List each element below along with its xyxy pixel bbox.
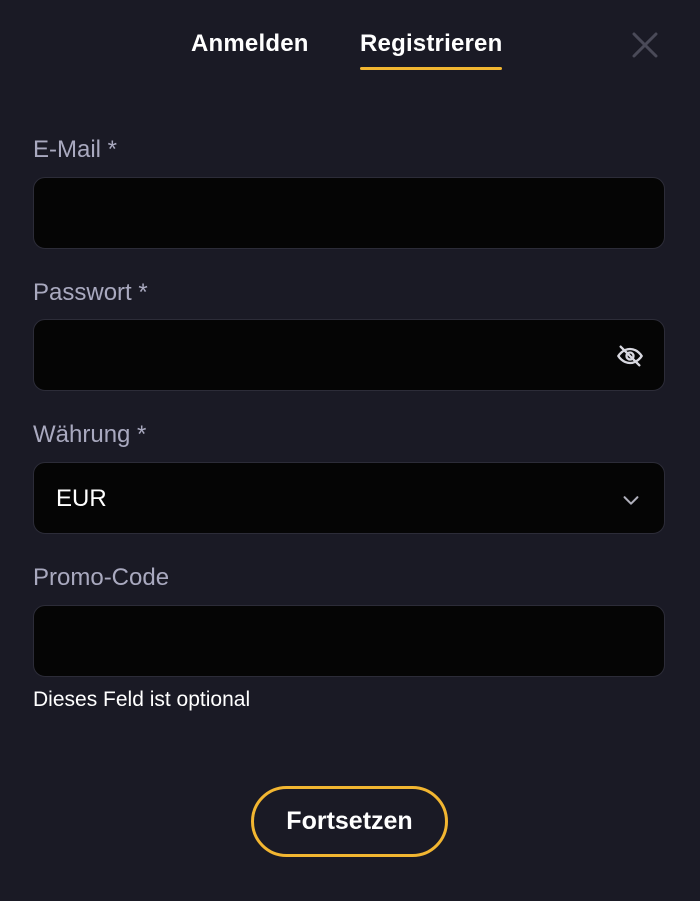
tab-login[interactable]: Anmelden [191, 30, 309, 70]
continue-button[interactable]: Fortsetzen [251, 786, 448, 857]
close-button[interactable] [626, 26, 664, 64]
password-label: Passwort * [33, 279, 148, 306]
promo-code-label: Promo-Code [33, 564, 170, 591]
promo-code-field[interactable] [34, 606, 664, 676]
tab-register[interactable]: Registrieren [360, 30, 503, 70]
promo-code-helper-text: Dieses Feld ist optional [33, 688, 251, 711]
auth-tabs: Anmelden Registrieren [0, 30, 700, 76]
chevron-down-icon [623, 496, 639, 505]
eye-off-icon [617, 345, 643, 367]
currency-value: EUR [56, 485, 107, 512]
email-label: E-Mail * [33, 136, 118, 163]
registration-modal: Anmelden Registrieren E-Mail * Passwort … [0, 0, 700, 901]
promo-code-field-container [33, 605, 665, 677]
close-icon [632, 32, 658, 58]
password-field[interactable] [34, 320, 664, 390]
currency-label: Währung * [33, 421, 147, 448]
password-visibility-toggle[interactable] [616, 342, 644, 370]
currency-select[interactable]: EUR [33, 462, 665, 534]
password-field-container [33, 319, 665, 391]
email-field-container [33, 177, 665, 249]
email-field[interactable] [34, 178, 664, 248]
